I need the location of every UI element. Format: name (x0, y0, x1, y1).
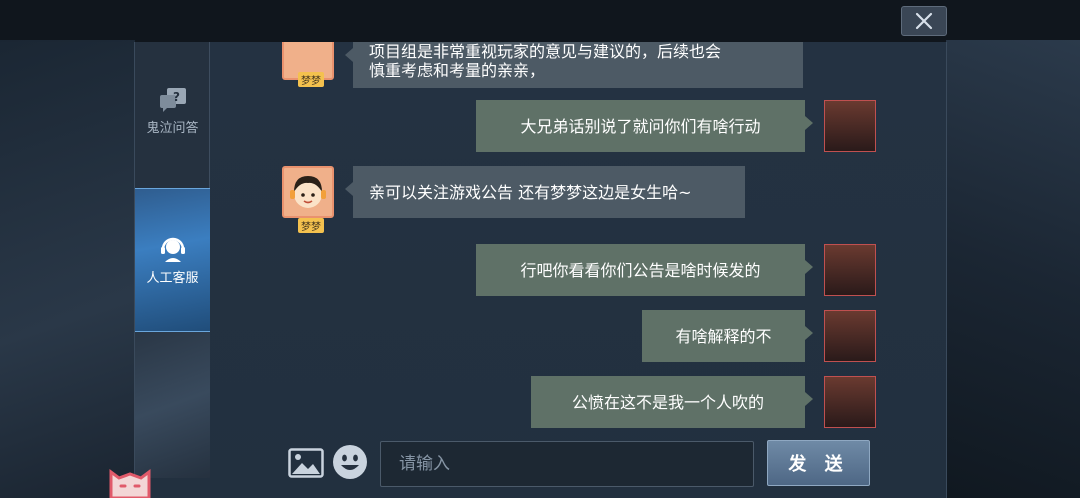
bot-avatar (282, 166, 334, 218)
close-x-icon (915, 12, 933, 30)
message-text: 行吧你看看你们公告是啥时候发的 (520, 260, 761, 280)
message-bubble-bot: 亲可以关注游戏公告 还有梦梦这边是女生哈~ (345, 166, 745, 218)
message-text: 公愤在这不是我一个人吹的 (571, 392, 764, 412)
message-text: 有啥解释的不 (675, 326, 772, 346)
sidebar: ? 鬼泣问答 人工客服 (135, 42, 210, 478)
message-bubble-user: 有啥解释的不 (642, 310, 813, 362)
message-input[interactable] (380, 441, 754, 487)
background-right (946, 40, 1080, 498)
sidebar-item-faq[interactable]: ? 鬼泣问答 (135, 87, 210, 147)
user-avatar (824, 244, 876, 296)
bot-face-icon (290, 176, 326, 208)
message-text: 亲可以关注游戏公告 还有梦梦这边是女生哈~ (369, 182, 692, 202)
user-avatar (824, 376, 876, 428)
sidebar-item-human-service[interactable]: 人工客服 (135, 188, 210, 332)
smiley-emoji-icon (333, 445, 367, 479)
message-bubble-user: 行吧你看看你们公告是啥时候发的 (476, 244, 813, 296)
bot-name: 梦梦 (298, 218, 324, 233)
sidebar-item-label: 人工客服 (146, 270, 199, 286)
bot-name: 梦梦 (298, 72, 324, 87)
message-text-line: 慎重考虑和考量的亲亲， (369, 61, 546, 80)
message-bubble-bot: 项目组是非常重视玩家的意见与建议的，后续也会 慎重考虑和考量的亲亲， (345, 42, 803, 88)
message-bubble-user: 公愤在这不是我一个人吹的 (531, 376, 813, 428)
message-text-line: 项目组是非常重视玩家的意见与建议的，后续也会 (369, 42, 722, 61)
close-button[interactable] (901, 6, 947, 36)
floating-assistant-icon[interactable] (105, 466, 155, 498)
send-image-button[interactable] (288, 448, 324, 478)
input-row: 发 送 (210, 438, 948, 494)
svg-text:?: ? (173, 90, 180, 104)
background-left (0, 40, 135, 498)
cat-face-icon (109, 469, 151, 498)
sidebar-decoration (135, 332, 210, 478)
headset-agent-icon (160, 237, 185, 262)
message-bubble-user: 大兄弟话别说了就问你们有啥行动 (476, 100, 813, 152)
question-chat-icon: ? (159, 88, 186, 112)
user-avatar (824, 310, 876, 362)
user-avatar (824, 100, 876, 152)
chat-area: 梦梦 项目组是非常重视玩家的意见与建议的，后续也会 慎重考虑和考量的亲亲， 大兄… (210, 42, 948, 437)
customer-service-panel: ? 鬼泣问答 人工客服 梦梦 项目组是非常重视玩家的意见与建议的，后续也会 慎重… (134, 42, 947, 498)
message-text: 大兄弟话别说了就问你们有啥行动 (520, 116, 761, 136)
image-icon (288, 448, 324, 478)
send-button[interactable]: 发 送 (767, 440, 870, 486)
emoji-button[interactable] (332, 444, 368, 480)
sidebar-item-label: 鬼泣问答 (146, 121, 199, 136)
